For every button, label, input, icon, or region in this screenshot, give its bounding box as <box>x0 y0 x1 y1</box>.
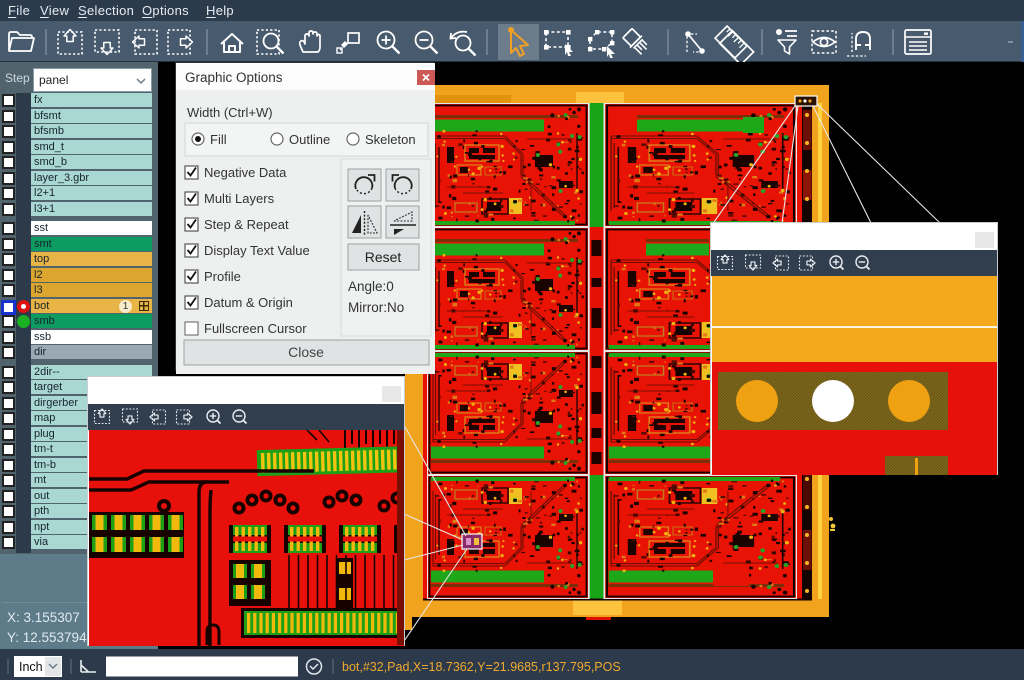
svg-text:Width (Ctrl+W): Width (Ctrl+W) <box>187 105 273 120</box>
svg-text:Angle:0: Angle:0 <box>348 279 394 294</box>
svg-text:bot,#32,Pad,X=18.7362,Y=21.968: bot,#32,Pad,X=18.7362,Y=21.9685,r137.795… <box>342 660 621 674</box>
svg-text:Profile: Profile <box>204 269 241 284</box>
svg-text:Negative Data: Negative Data <box>204 165 287 180</box>
svg-text:Skeleton: Skeleton <box>365 132 416 147</box>
svg-text:Graphic Options: Graphic Options <box>185 70 283 85</box>
svg-text:Fill: Fill <box>210 132 227 147</box>
svg-text:Inch: Inch <box>19 660 43 674</box>
svg-text:Datum & Origin: Datum & Origin <box>204 295 293 310</box>
svg-text:Outline: Outline <box>289 132 330 147</box>
svg-text:Multi Layers: Multi Layers <box>204 191 275 206</box>
svg-text:Step & Repeat: Step & Repeat <box>204 217 289 232</box>
svg-text:Mirror:No: Mirror:No <box>348 300 404 315</box>
svg-text:Display Text Value: Display Text Value <box>204 243 310 258</box>
svg-text:Reset: Reset <box>365 249 402 265</box>
svg-text:Close: Close <box>288 344 324 360</box>
svg-text:Fullscreen Cursor: Fullscreen Cursor <box>204 321 307 336</box>
